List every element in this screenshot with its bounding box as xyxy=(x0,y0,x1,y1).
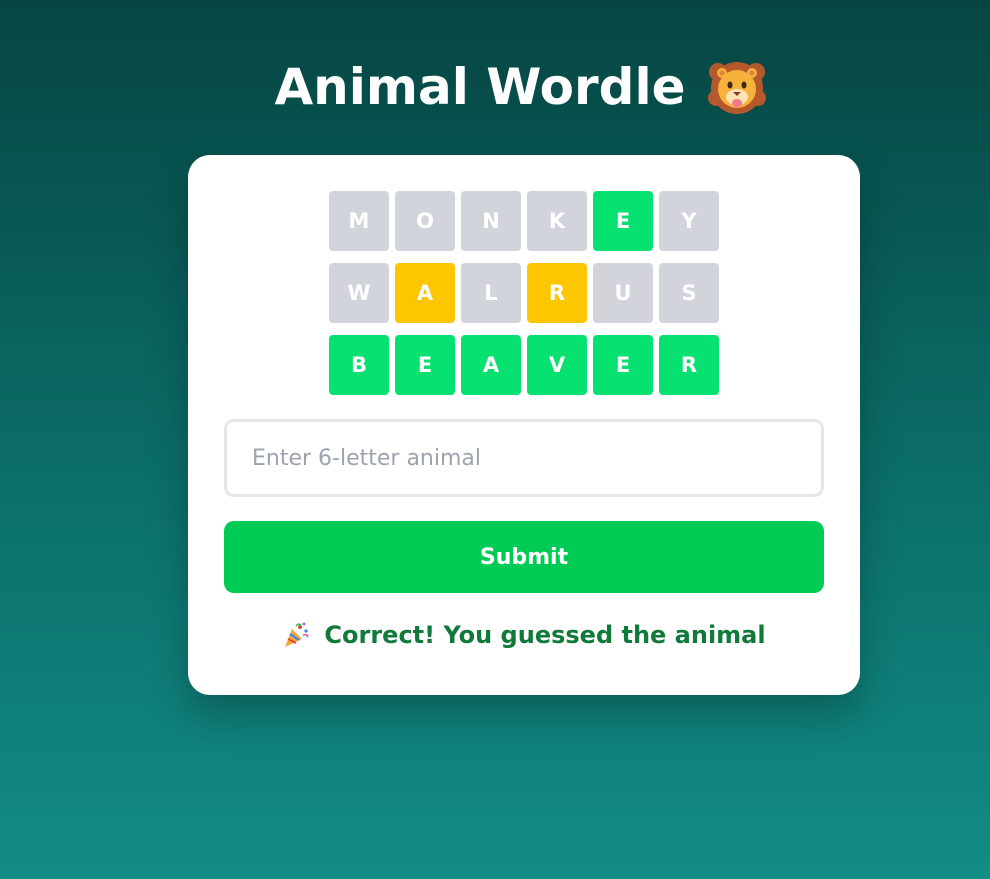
status-text: Correct! You guessed the animal xyxy=(324,621,766,649)
game-card: M O N K E Y W A L R U S B E A V E R Subm… xyxy=(188,155,860,695)
letter-tile: V xyxy=(527,335,587,395)
letter-tile: R xyxy=(659,335,719,395)
letter-tile: A xyxy=(395,263,455,323)
guess-grid: M O N K E Y W A L R U S B E A V E R xyxy=(329,191,719,407)
guess-row: B E A V E R xyxy=(329,335,719,395)
letter-tile: W xyxy=(329,263,389,323)
letter-tile: N xyxy=(461,191,521,251)
guess-input[interactable] xyxy=(224,419,824,497)
letter-tile: A xyxy=(461,335,521,395)
letter-tile: E xyxy=(593,335,653,395)
letter-tile: M xyxy=(329,191,389,251)
letter-tile: U xyxy=(593,263,653,323)
party-popper-icon xyxy=(282,621,310,649)
letter-tile: S xyxy=(659,263,719,323)
letter-tile: Y xyxy=(659,191,719,251)
page-title: Animal Wordle xyxy=(0,58,990,116)
guess-row: W A L R U S xyxy=(329,263,719,323)
submit-button[interactable]: Submit xyxy=(224,521,824,593)
letter-tile: E xyxy=(593,191,653,251)
letter-tile: L xyxy=(461,263,521,323)
guess-input-wrapper xyxy=(224,419,824,497)
letter-tile: O xyxy=(395,191,455,251)
letter-tile: B xyxy=(329,335,389,395)
guess-row: M O N K E Y xyxy=(329,191,719,251)
letter-tile: R xyxy=(527,263,587,323)
letter-tile: E xyxy=(395,335,455,395)
status-message: Correct! You guessed the animal xyxy=(188,621,860,649)
lion-face-icon xyxy=(707,58,766,116)
title-text: Animal Wordle xyxy=(274,58,686,116)
letter-tile: K xyxy=(527,191,587,251)
